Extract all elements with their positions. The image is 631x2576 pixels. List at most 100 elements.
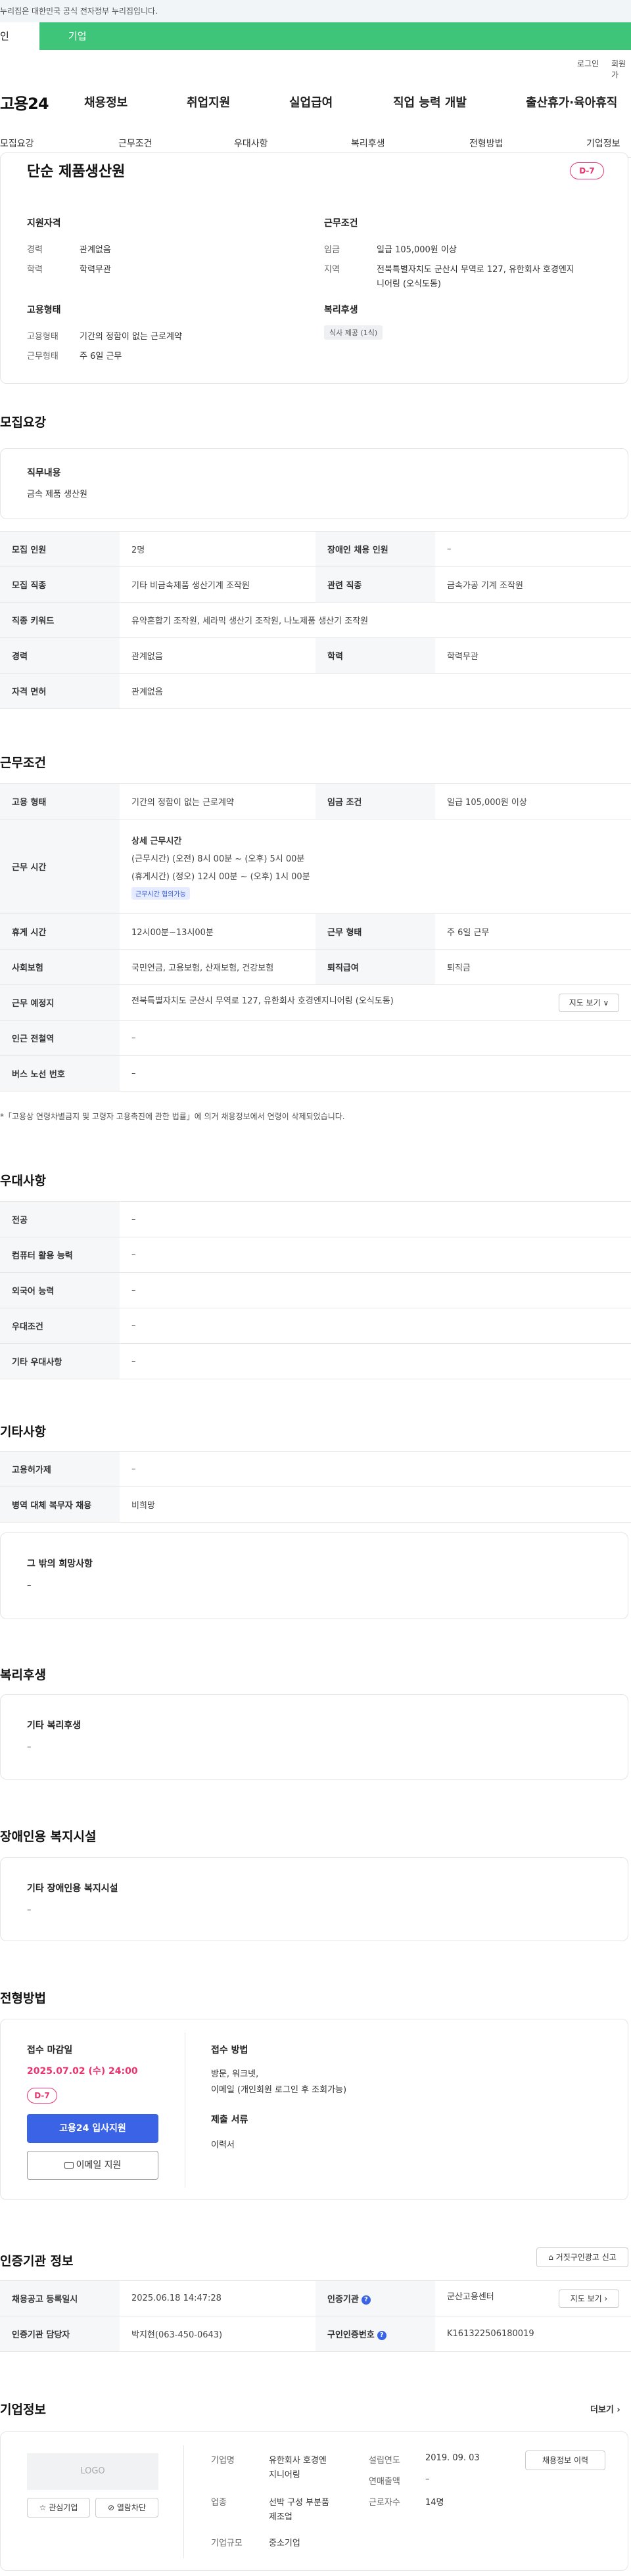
info-icon[interactable]: ? <box>361 2295 371 2305</box>
retire-label: 퇴직급여 <box>316 949 435 985</box>
docs-value: 이력서 <box>211 2140 235 2150</box>
table-row: 경력 관계없음 학력 학력무관 <box>0 637 631 674</box>
tab-person[interactable]: 인 <box>0 22 39 50</box>
wish-card: 그 밖의 희망사항 – <box>0 1532 628 1619</box>
form-label: 근무형태 <box>27 352 58 361</box>
manager-value: 박지현(063-450-0643) <box>120 2316 316 2352</box>
welfare-heading: 복리후생 <box>324 305 358 315</box>
table-row: 버스 노선 번호 – <box>0 1055 631 1092</box>
career-value: 관계없음 <box>80 245 111 255</box>
apply-button[interactable]: 고용24 입사지원 <box>27 2114 158 2143</box>
star-icon: ☆ <box>39 2503 47 2512</box>
table-row: 우대조건 – <box>0 1308 631 1344</box>
gnb-item-unemployment-benefit[interactable]: 실업급여 <box>289 93 333 110</box>
sales-label: 연매출액 <box>369 2477 400 2487</box>
count-label: 모집 인원 <box>0 531 120 567</box>
work-table: 고용 형태 기간의 정함이 없는 근로계약 임금 조건 일급 105,000원 … <box>0 783 631 1092</box>
org-label: 인증기관 <box>327 2295 359 2305</box>
method-value-line1: 방문, 워크넷, <box>211 2069 259 2079</box>
subnav-preference[interactable]: 우대사항 <box>234 137 268 150</box>
disabled-value: – <box>435 531 631 567</box>
subnav-welfare[interactable]: 복리후생 <box>351 137 385 150</box>
job-title: 단순 제품생산원 <box>27 164 126 180</box>
subnav-company[interactable]: 기업정보 <box>586 137 620 150</box>
selection-card: 접수 마감일 2025.07.02 (수) 24:00 D-7 고용24 입사지… <box>0 2019 628 2200</box>
tab-company[interactable]: 기업 <box>39 22 631 50</box>
report-fake-ad-label: 거짓구인광고 신고 <box>555 2253 617 2262</box>
pref-etc-label: 기타 우대사항 <box>0 1343 120 1379</box>
facility-box-heading: 기타 장애인용 복지시설 <box>27 1883 118 1894</box>
place-cell: 전북특별자치도 군산시 무역로 127, 유한회사 호경엔지니어링 (오식도동)… <box>120 984 631 1021</box>
org-map-button[interactable]: 지도 보기 › <box>559 2289 619 2308</box>
info-icon[interactable]: ? <box>377 2330 386 2340</box>
company-logo-placeholder: LOGO <box>27 2453 158 2490</box>
facility-card: 기타 장애인용 복지시설 – <box>0 1857 628 1941</box>
cert-section-title: 인증기관 정보 <box>0 2254 74 2268</box>
method-label: 접수 방법 <box>211 2045 248 2056</box>
cert-table: 채용공고 등록일시 2025.06.18 14:47:28 인증기관? 군산고용… <box>0 2280 631 2352</box>
subway-label: 인근 전철역 <box>0 1020 120 1056</box>
facility-section-title: 장애인용 복지시설 <box>0 1829 97 1844</box>
selection-dday-badge: D-7 <box>27 2088 57 2104</box>
company-name-label: 기업명 <box>211 2456 235 2466</box>
military-label: 병역 대체 복무자 채용 <box>0 1486 120 1523</box>
login-link[interactable]: 로그인 <box>577 58 599 69</box>
favorite-company-button[interactable]: ☆ 관심기업 <box>27 2498 90 2518</box>
table-row: 직종 키워드 유약혼합기 조작원, 세라믹 생산기 조작원, 나노제품 생산기 … <box>0 602 631 638</box>
company-more-link[interactable]: 더보기 › <box>590 2403 620 2415</box>
pref-language-value: – <box>120 1272 631 1308</box>
edu-label: 학력 <box>27 265 43 275</box>
disabled-label: 장애인 채용 인원 <box>316 531 435 567</box>
pref-language-label: 외국어 능력 <box>0 1272 120 1308</box>
recruit-section-title: 모집요강 <box>0 415 46 430</box>
pref-computer-label: 컴퓨터 활용 능력 <box>0 1237 120 1273</box>
company-name-line1: 유한회사 호경엔 <box>269 2456 327 2466</box>
company-section-title: 기업정보 <box>0 2403 46 2417</box>
company-card: LOGO ☆ 관심기업 ⊘ 열람차단 기업명 유한회사 호경엔 지니어링 업종 … <box>0 2431 628 2571</box>
favorite-company-label: 관심기업 <box>49 2503 78 2512</box>
house-icon: ⌂ <box>548 2253 553 2262</box>
manager-label: 인증기관 담당자 <box>0 2316 120 2352</box>
email-apply-button[interactable]: 이메일 지원 <box>27 2151 158 2180</box>
member-type-tabs: 인 기업 <box>0 22 631 50</box>
company-name-line2: 지니어링 <box>269 2470 300 2480</box>
gnb-item-parental-leave[interactable]: 출산휴가·육아휴직 <box>526 93 617 110</box>
report-fake-ad-button[interactable]: ⌂ 거짓구인광고 신고 <box>536 2247 628 2267</box>
org-value: 군산고용센터 <box>447 2291 494 2302</box>
site-logo[interactable]: 고용24 <box>0 91 49 114</box>
block-company-button[interactable]: ⊘ 열람차단 <box>95 2498 158 2518</box>
eps-value: – <box>120 1451 631 1487</box>
subnav-selection[interactable]: 전형방법 <box>469 137 503 150</box>
work-form-label: 근무 형태 <box>316 913 435 950</box>
form-value: 주 6일 근무 <box>80 352 122 361</box>
pref-condition-label: 우대조건 <box>0 1308 120 1344</box>
table-row: 근무 시간 상세 근무시간 (근무시간) (오전) 8시 00분 ~ (오후) … <box>0 819 631 914</box>
table-row: 사회보험 국민연금, 고용보험, 산재보험, 건강보험 퇴직급여 퇴직금 <box>0 949 631 985</box>
retire-value: 퇴직금 <box>435 949 631 985</box>
table-row: 휴게 시간 12시00분~13시00분 근무 형태 주 6일 근무 <box>0 913 631 950</box>
edu-row-label: 학력 <box>316 637 435 674</box>
edu-value: 학력무관 <box>80 265 111 275</box>
job-summary-card: 단순 제품생산원 D-7 지원자격 경력 관계없음 학력 학력무관 근무조건 임… <box>0 152 628 384</box>
pref-major-value: – <box>120 1201 631 1237</box>
subnav-recruit[interactable]: 모집요강 <box>0 137 34 150</box>
map-view-button[interactable]: 지도 보기 ∨ <box>559 993 619 1012</box>
gnb-item-jobs[interactable]: 채용정보 <box>84 93 128 110</box>
table-row: 채용공고 등록일시 2025.06.18 14:47:28 인증기관? 군산고용… <box>0 2280 631 2316</box>
wish-value: – <box>27 1580 32 1590</box>
table-row: 인근 전철역 – <box>0 1020 631 1056</box>
edu-row-value: 학력무관 <box>435 637 631 674</box>
place-label: 근무 예정지 <box>0 984 120 1021</box>
duty-card: 직무내용 금속 제품 생산원 <box>0 448 628 519</box>
staff-value: 14명 <box>425 2498 444 2508</box>
subnav-work[interactable]: 근무조건 <box>118 137 152 150</box>
career-label: 경력 <box>27 245 43 255</box>
table-row: 고용 형태 기간의 정함이 없는 근로계약 임금 조건 일급 105,000원 … <box>0 783 631 819</box>
pref-computer-value: – <box>120 1237 631 1273</box>
keyword-label: 직종 키워드 <box>0 602 120 638</box>
gnb-item-employment-support[interactable]: 취업지원 <box>187 93 230 110</box>
hiring-history-button[interactable]: 채용정보 이력 <box>525 2450 605 2470</box>
gnb-item-job-training[interactable]: 직업 능력 개발 <box>393 93 467 110</box>
join-link[interactable]: 회원가 <box>611 58 631 80</box>
age-law-note: *「고용상 연령차별금지 및 고령자 고용촉진에 관한 법률」에 의거 채용정보… <box>0 1112 345 1121</box>
